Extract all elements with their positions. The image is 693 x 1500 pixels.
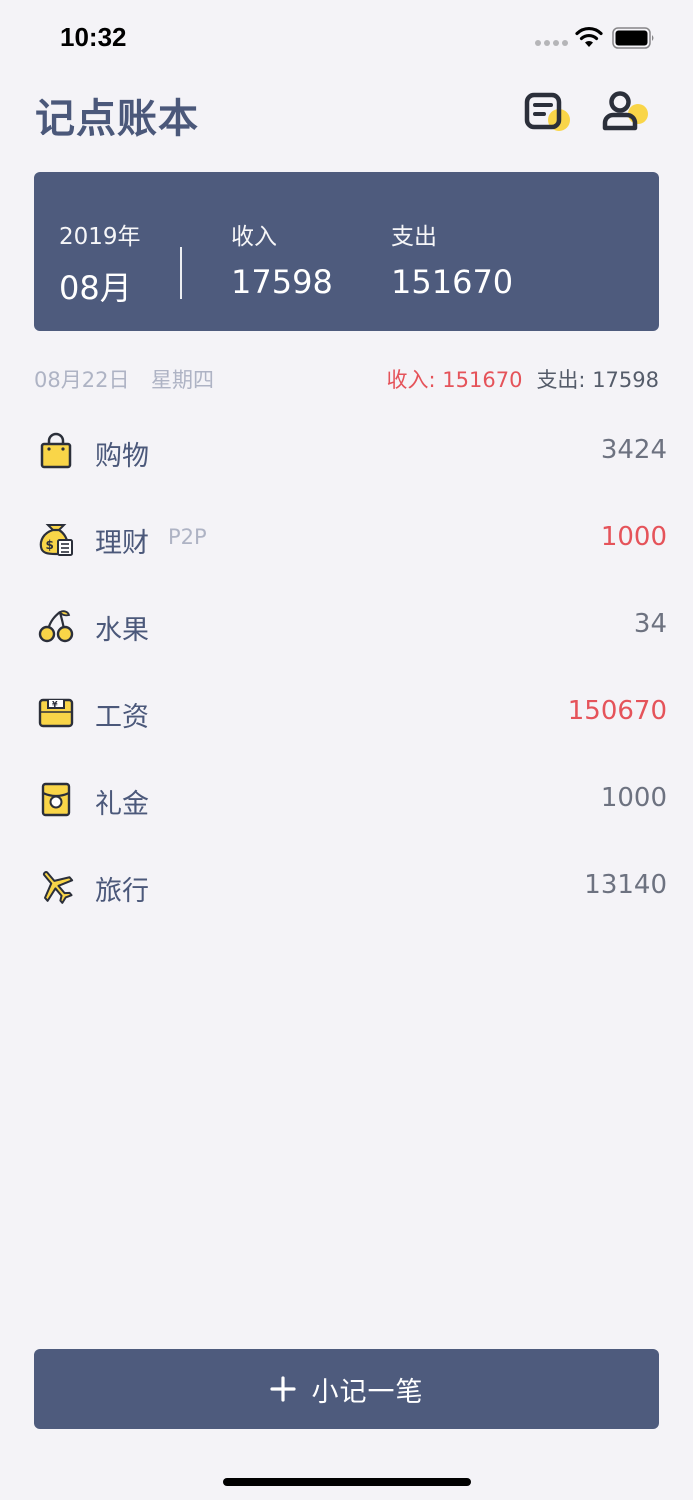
record-amount: 3424 (600, 435, 667, 465)
summary-expense: 支出 151670 (391, 217, 513, 301)
record-item[interactable]: $ 理财 P2P 1000 (0, 494, 693, 581)
money-bag-icon: $ (39, 524, 73, 556)
record-category: 旅行 (95, 876, 149, 907)
page-title: 记点账本 (35, 96, 199, 142)
record-item[interactable]: 礼金 1000 (0, 755, 693, 842)
record-item[interactable]: ¥ 工资 150670 (0, 668, 693, 755)
record-item[interactable]: 旅行 13140 (0, 842, 693, 929)
svg-text:$: $ (46, 538, 54, 552)
monthly-summary-card[interactable]: 2019年 08月 收入 17598 支出 151670 (34, 172, 659, 331)
record-category: 购物 (95, 441, 149, 472)
shopping-bag-icon (40, 432, 72, 469)
record-amount: 1000 (600, 522, 667, 552)
airplane-icon (42, 871, 74, 904)
status-bar: 10:32 (0, 0, 693, 76)
month-picker[interactable]: 2019年 08月 (59, 217, 141, 309)
summary-month: 08月 (59, 269, 132, 307)
profile-button[interactable] (600, 88, 652, 136)
cellular-signal-icon (535, 40, 568, 46)
record-category: 水果 (95, 615, 149, 646)
summary-year: 2019年 (59, 224, 141, 250)
battery-icon (612, 27, 654, 49)
bill-list-icon (524, 92, 570, 131)
salary-envelope-icon: ¥ (38, 698, 74, 728)
record-amount: 150670 (567, 696, 667, 726)
day-date: 08月22日 (34, 368, 130, 392)
add-record-button[interactable]: 小记一笔 (34, 1349, 659, 1429)
summary-income-value: 17598 (231, 263, 333, 301)
record-amount: 13140 (584, 870, 667, 900)
day-totals: 收入: 151670 支出: 17598 (387, 364, 659, 394)
record-note: P2P (168, 525, 207, 549)
plus-icon (269, 1376, 296, 1402)
day-income-total: 收入: 151670 (386, 368, 523, 392)
day-expense-total: 支出: 17598 (536, 368, 659, 392)
bill-list-button[interactable] (522, 88, 574, 136)
summary-expense-value: 151670 (391, 263, 514, 301)
record-item[interactable]: 水果 34 (0, 581, 693, 668)
status-time: 10:32 (60, 22, 127, 52)
record-category: 工资 (95, 702, 149, 733)
add-record-label: 小记一笔 (311, 1376, 424, 1408)
record-list: 购物 3424 $ 理财 P2P 1000 水果 34 ¥ 工资 150670 … (0, 407, 693, 929)
user-icon (602, 91, 648, 131)
gift-money-icon (41, 782, 71, 817)
cherry-icon (38, 610, 74, 643)
day-weekday: 星期四 (151, 368, 214, 392)
svg-text:¥: ¥ (52, 700, 58, 709)
record-amount: 34 (633, 609, 667, 639)
record-category: 理财 (95, 528, 149, 559)
home-indicator[interactable] (223, 1478, 471, 1486)
summary-expense-label: 支出 (391, 224, 437, 250)
summary-divider (180, 247, 182, 299)
wifi-icon (575, 26, 603, 47)
record-category: 礼金 (95, 789, 149, 820)
record-item[interactable]: 购物 3424 (0, 407, 693, 494)
record-amount: 1000 (600, 783, 667, 813)
day-header: 08月22日 星期四 收入: 151670 支出: 17598 (34, 364, 659, 394)
summary-income-label: 收入 (231, 224, 277, 250)
summary-income: 收入 17598 (231, 217, 333, 301)
